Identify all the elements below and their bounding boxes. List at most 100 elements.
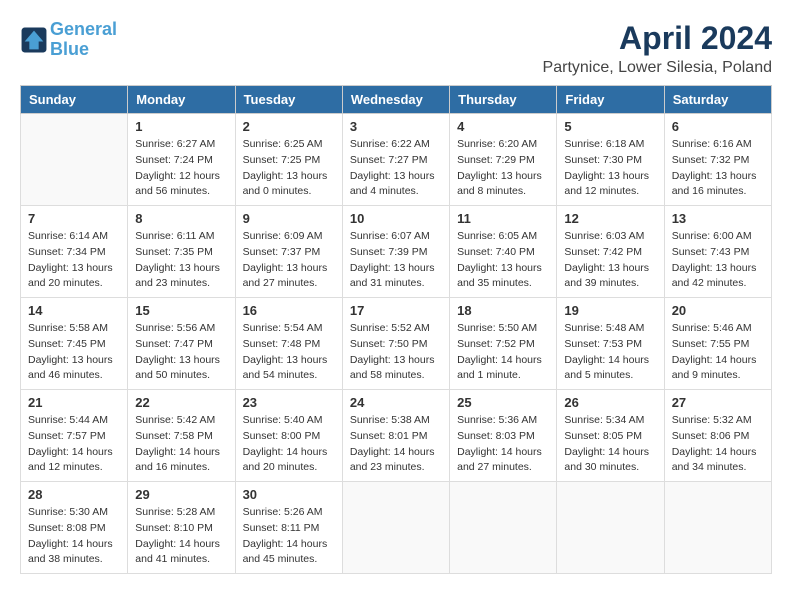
sunrise-text: Sunrise: 6:22 AM bbox=[350, 137, 442, 153]
day-number: 4 bbox=[457, 119, 549, 134]
weekday-header: Sunday bbox=[21, 86, 128, 114]
day-number: 13 bbox=[672, 211, 764, 226]
calendar-day-cell bbox=[450, 482, 557, 574]
day-number: 29 bbox=[135, 487, 227, 502]
calendar-table: SundayMondayTuesdayWednesdayThursdayFrid… bbox=[20, 85, 772, 574]
sunrise-text: Sunrise: 6:27 AM bbox=[135, 137, 227, 153]
sunset-text: Sunset: 7:57 PM bbox=[28, 429, 120, 445]
calendar-day-cell: 19 Sunrise: 5:48 AMSunset: 7:53 PMDayligh… bbox=[557, 298, 664, 390]
daylight-text: Daylight: 14 hours and 23 minutes. bbox=[350, 445, 442, 477]
sunrise-text: Sunrise: 6:05 AM bbox=[457, 229, 549, 245]
daylight-text: Daylight: 13 hours and 23 minutes. bbox=[135, 261, 227, 293]
day-number: 11 bbox=[457, 211, 549, 226]
calendar-day-cell bbox=[664, 482, 771, 574]
day-info: Sunrise: 5:46 AMSunset: 7:55 PMDaylight:… bbox=[672, 321, 764, 384]
day-number: 5 bbox=[564, 119, 656, 134]
calendar-day-cell: 13Sunrise: 6:00 AMSunset: 7:43 PMDayligh… bbox=[664, 206, 771, 298]
weekday-header: Tuesday bbox=[235, 86, 342, 114]
weekday-header: Monday bbox=[128, 86, 235, 114]
daylight-text: Daylight: 13 hours and 16 minutes. bbox=[672, 169, 764, 201]
sunrise-text: Sunrise: 5:30 AM bbox=[28, 505, 120, 521]
day-info: Sunrise: 6:22 AMSunset: 7:27 PMDaylight:… bbox=[350, 137, 442, 200]
day-info: Sunrise: 5:50 AMSunset: 7:52 PMDaylight:… bbox=[457, 321, 549, 384]
sunset-text: Sunset: 7:52 PM bbox=[457, 337, 549, 353]
sunrise-text: Sunrise: 6:25 AM bbox=[243, 137, 335, 153]
calendar-day-cell: 20Sunrise: 5:46 AMSunset: 7:55 PMDayligh… bbox=[664, 298, 771, 390]
sunrise-text: Sunrise: 5:26 AM bbox=[243, 505, 335, 521]
sunset-text: Sunset: 7:39 PM bbox=[350, 245, 442, 261]
calendar-week-row: 21Sunrise: 5:44 AMSunset: 7:57 PMDayligh… bbox=[21, 390, 772, 482]
day-number: 8 bbox=[135, 211, 227, 226]
logo-blue: Blue bbox=[50, 39, 89, 59]
day-info: Sunrise: 5:42 AMSunset: 7:58 PMDaylight:… bbox=[135, 413, 227, 476]
calendar-week-row: 1Sunrise: 6:27 AMSunset: 7:24 PMDaylight… bbox=[21, 114, 772, 206]
sunset-text: Sunset: 7:55 PM bbox=[672, 337, 764, 353]
day-info: Sunrise: 5:56 AMSunset: 7:47 PMDaylight:… bbox=[135, 321, 227, 384]
sunrise-text: Sunrise: 5:52 AM bbox=[350, 321, 442, 337]
sunrise-text: Sunrise: 5:34 AM bbox=[564, 413, 656, 429]
day-info: Sunrise: 5:26 AMSunset: 8:11 PMDaylight:… bbox=[243, 505, 335, 568]
calendar-day-cell: 28Sunrise: 5:30 AMSunset: 8:08 PMDayligh… bbox=[21, 482, 128, 574]
sunrise-text: Sunrise: 6:09 AM bbox=[243, 229, 335, 245]
day-info: Sunrise: 6:20 AMSunset: 7:29 PMDaylight:… bbox=[457, 137, 549, 200]
calendar-week-row: 7Sunrise: 6:14 AMSunset: 7:34 PMDaylight… bbox=[21, 206, 772, 298]
daylight-text: Daylight: 14 hours and 38 minutes. bbox=[28, 537, 120, 569]
day-info: Sunrise: 5:40 AMSunset: 8:00 PMDaylight:… bbox=[243, 413, 335, 476]
sunrise-text: Sunrise: 6:20 AM bbox=[457, 137, 549, 153]
sunrise-text: Sunrise: 6:11 AM bbox=[135, 229, 227, 245]
day-info: Sunrise: 5:58 AMSunset: 7:45 PMDaylight:… bbox=[28, 321, 120, 384]
daylight-text: Daylight: 13 hours and 31 minutes. bbox=[350, 261, 442, 293]
sunset-text: Sunset: 8:01 PM bbox=[350, 429, 442, 445]
sunrise-text: Sunrise: 5:48 AM bbox=[564, 321, 656, 337]
day-info: Sunrise: 6:11 AMSunset: 7:35 PMDaylight:… bbox=[135, 229, 227, 292]
calendar-day-cell: 6Sunrise: 6:16 AMSunset: 7:32 PMDaylight… bbox=[664, 114, 771, 206]
calendar-day-cell: 26Sunrise: 5:34 AMSunset: 8:05 PMDayligh… bbox=[557, 390, 664, 482]
sunset-text: Sunset: 7:29 PM bbox=[457, 153, 549, 169]
day-number: 14 bbox=[28, 303, 120, 318]
calendar-day-cell: 27Sunrise: 5:32 AMSunset: 8:06 PMDayligh… bbox=[664, 390, 771, 482]
daylight-text: Daylight: 13 hours and 39 minutes. bbox=[564, 261, 656, 293]
sunset-text: Sunset: 8:10 PM bbox=[135, 521, 227, 537]
sunset-text: Sunset: 7:47 PM bbox=[135, 337, 227, 353]
sunrise-text: Sunrise: 5:54 AM bbox=[243, 321, 335, 337]
calendar-day-cell: 22 Sunrise: 5:42 AMSunset: 7:58 PMDayligh… bbox=[128, 390, 235, 482]
sunset-text: Sunset: 7:48 PM bbox=[243, 337, 335, 353]
day-number: 19 bbox=[564, 303, 656, 318]
calendar-day-cell bbox=[21, 114, 128, 206]
day-number: 6 bbox=[672, 119, 764, 134]
calendar-day-cell: 18 Sunrise: 5:50 AMSunset: 7:52 PMDayligh… bbox=[450, 298, 557, 390]
day-number: 22 bbox=[135, 395, 227, 410]
day-number: 30 bbox=[243, 487, 335, 502]
sunset-text: Sunset: 7:58 PM bbox=[135, 429, 227, 445]
sunrise-text: Sunrise: 5:32 AM bbox=[672, 413, 764, 429]
daylight-text: Daylight: 14 hours and 1 minute. bbox=[457, 353, 549, 385]
calendar-header: April 2024 Partynice, Lower Silesia, Pol… bbox=[543, 20, 772, 77]
day-info: Sunrise: 6:07 AMSunset: 7:39 PMDaylight:… bbox=[350, 229, 442, 292]
day-info: Sunrise: 5:48 AMSunset: 7:53 PMDaylight:… bbox=[564, 321, 656, 384]
sunset-text: Sunset: 8:05 PM bbox=[564, 429, 656, 445]
calendar-day-cell: 9Sunrise: 6:09 AMSunset: 7:37 PMDaylight… bbox=[235, 206, 342, 298]
sunrise-text: Sunrise: 5:36 AM bbox=[457, 413, 549, 429]
sunset-text: Sunset: 7:25 PM bbox=[243, 153, 335, 169]
daylight-text: Daylight: 13 hours and 20 minutes. bbox=[28, 261, 120, 293]
daylight-text: Daylight: 14 hours and 9 minutes. bbox=[672, 353, 764, 385]
calendar-day-cell: 1Sunrise: 6:27 AMSunset: 7:24 PMDaylight… bbox=[128, 114, 235, 206]
sunset-text: Sunset: 8:03 PM bbox=[457, 429, 549, 445]
calendar-day-cell: 8 Sunrise: 6:11 AMSunset: 7:35 PMDaylight… bbox=[128, 206, 235, 298]
calendar-day-cell: 12Sunrise: 6:03 AMSunset: 7:42 PMDayligh… bbox=[557, 206, 664, 298]
day-info: Sunrise: 5:32 AMSunset: 8:06 PMDaylight:… bbox=[672, 413, 764, 476]
sunset-text: Sunset: 7:43 PM bbox=[672, 245, 764, 261]
day-number: 16 bbox=[243, 303, 335, 318]
calendar-day-cell: 21Sunrise: 5:44 AMSunset: 7:57 PMDayligh… bbox=[21, 390, 128, 482]
day-info: Sunrise: 5:38 AMSunset: 8:01 PMDaylight:… bbox=[350, 413, 442, 476]
calendar-day-cell: 4 Sunrise: 6:20 AMSunset: 7:29 PMDaylight… bbox=[450, 114, 557, 206]
daylight-text: Daylight: 14 hours and 45 minutes. bbox=[243, 537, 335, 569]
calendar-day-cell: 16Sunrise: 5:54 AMSunset: 7:48 PMDayligh… bbox=[235, 298, 342, 390]
day-info: Sunrise: 6:05 AMSunset: 7:40 PMDaylight:… bbox=[457, 229, 549, 292]
day-info: Sunrise: 6:14 AMSunset: 7:34 PMDaylight:… bbox=[28, 229, 120, 292]
sunset-text: Sunset: 7:32 PM bbox=[672, 153, 764, 169]
daylight-text: Daylight: 14 hours and 12 minutes. bbox=[28, 445, 120, 477]
weekday-header-row: SundayMondayTuesdayWednesdayThursdayFrid… bbox=[21, 86, 772, 114]
day-number: 18 bbox=[457, 303, 549, 318]
sunrise-text: Sunrise: 6:14 AM bbox=[28, 229, 120, 245]
